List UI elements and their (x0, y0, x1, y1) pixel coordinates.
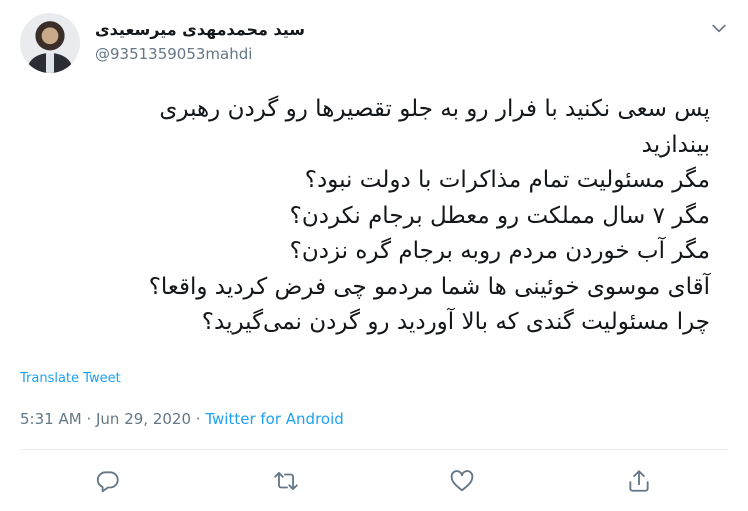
meta-separator: · (195, 410, 201, 428)
tweet-meta: 5:31 AM · Jun 29, 2020 · Twitter for And… (20, 410, 344, 428)
reply-icon[interactable] (95, 468, 121, 494)
tweet-source-link[interactable]: Twitter for Android (205, 410, 343, 428)
tweet-date[interactable]: Jun 29, 2020 (96, 410, 191, 428)
tweet-text: پس سعی نکنید با فرار رو به جلو تقصیرها ر… (20, 92, 710, 341)
retweet-icon[interactable] (273, 468, 299, 494)
author-display-name[interactable]: سید محمدمهدی میرسعیدی (95, 20, 305, 39)
tweet-line: مگر آب خوردن مردم روبه برجام گره نزدن؟ (289, 238, 710, 264)
meta-separator: · (86, 410, 92, 428)
divider (20, 449, 728, 450)
avatar[interactable] (20, 13, 80, 73)
tweet-line: پس سعی نکنید با فرار رو به جلو تقصیرها ر… (159, 96, 710, 122)
tweet-line: آقای موسوی خوئینی ها شما مردمو چی فرض کر… (148, 273, 710, 300)
avatar-shirt (46, 53, 54, 73)
tweet-line: مگر مسئولیت تمام مذاکرات با دولت نبود؟ (304, 167, 710, 193)
tweet-line: مگر ۷ سال مملکت رو معطل برجام نکردن؟ (289, 202, 710, 229)
translate-tweet-link[interactable]: Translate Tweet (20, 371, 121, 386)
share-icon[interactable] (626, 468, 652, 494)
tweet-line: چرا مسئولیت گندی که بالا آوردید رو گردن … (201, 309, 710, 335)
heart-icon[interactable] (449, 468, 475, 494)
chevron-down-icon[interactable] (709, 18, 729, 38)
tweet-line: بیندازید (641, 131, 710, 158)
author-handle[interactable]: @9351359053mahdi (95, 45, 252, 63)
tweet-time[interactable]: 5:31 AM (20, 410, 82, 428)
